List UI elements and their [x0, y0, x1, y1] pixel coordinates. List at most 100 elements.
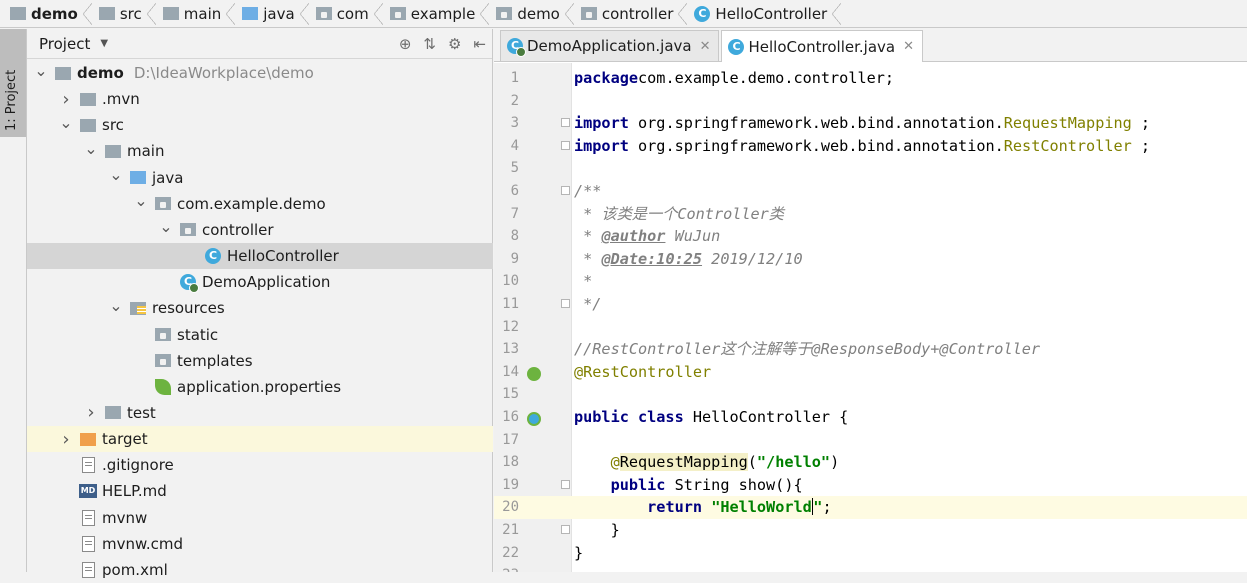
tree-node[interactable]: MD HELP.md	[27, 478, 493, 504]
markdown-icon: MD	[79, 484, 97, 499]
breadcrumb-item[interactable]: controller	[579, 5, 676, 23]
code-text: @RestController	[574, 362, 712, 381]
fold-marker-icon[interactable]	[561, 299, 570, 308]
expand-arrow-open-icon[interactable]: ⌄	[108, 296, 124, 315]
code-line: 9 * @Date:10:25 2019/12/10	[494, 248, 1247, 271]
tree-node[interactable]: templates	[27, 348, 493, 374]
class-bean-gutter-icon[interactable]	[527, 410, 541, 426]
excluded-folder-icon	[80, 432, 96, 446]
tree-node-label: HelloController	[227, 247, 339, 266]
fold-marker-icon[interactable]	[561, 140, 570, 150]
tree-node[interactable]: C DemoApplication	[27, 269, 493, 295]
expand-arrow-closed-icon[interactable]: ›	[58, 429, 74, 450]
project-tool-tab[interactable]: 1: Project	[0, 29, 26, 137]
line-number: 21	[502, 522, 519, 538]
locate-icon[interactable]: ⊕	[399, 35, 412, 53]
project-panel-title[interactable]: Project	[39, 35, 90, 53]
package-icon	[155, 354, 171, 368]
tree-node[interactable]: ⌄ demo D:\IdeaWorkplace\demo	[27, 60, 493, 86]
spring-bean-gutter-icon[interactable]	[527, 365, 541, 381]
breadcrumb-item[interactable]: java	[240, 5, 296, 23]
code-line: 21 }	[494, 519, 1247, 542]
folder-icon	[55, 66, 71, 80]
tree-node[interactable]: C HelloController	[27, 243, 493, 270]
tree-node[interactable]: ⌄ java	[27, 165, 493, 191]
breadcrumb-item[interactable]: C HelloController	[692, 5, 829, 23]
breadcrumb-label: demo	[31, 4, 78, 23]
code-text: packagecom.example.demo.controller;	[574, 69, 895, 87]
package-icon	[180, 223, 196, 237]
breadcrumb-separator-icon	[678, 0, 688, 28]
line-number: 6	[510, 183, 519, 199]
code-line: 7 * 该类是一个Controller类	[494, 203, 1247, 226]
line-number: 18	[502, 454, 519, 471]
breadcrumb-item[interactable]: demo	[8, 5, 80, 23]
fold-marker-icon[interactable]	[561, 186, 570, 195]
tree-node-label: mvnw.cmd	[102, 534, 184, 553]
code-text: import org.springframework.web.bind.anno…	[574, 136, 1151, 155]
chevron-down-icon[interactable]: ▼	[100, 38, 108, 49]
code-text: *	[574, 272, 593, 291]
tree-node[interactable]: ⌄ com.example.demo	[27, 191, 493, 217]
application-class-icon: C	[180, 274, 199, 294]
code-line: 11 */	[494, 293, 1247, 316]
close-icon[interactable]: ✕	[700, 39, 711, 54]
tree-node[interactable]: ⌄ resources	[27, 295, 493, 321]
breadcrumb-item[interactable]: example	[388, 5, 478, 23]
close-icon[interactable]: ✕	[903, 39, 914, 54]
gear-icon[interactable]: ⚙	[448, 35, 461, 53]
fold-marker-icon[interactable]	[561, 479, 570, 489]
code-area[interactable]: 1 packagecom.example.demo.controller; 2 3 im…	[494, 63, 1247, 572]
source-folder-icon	[242, 7, 259, 20]
editor-tab-label: DemoApplication.java	[527, 37, 692, 55]
expand-arrow-open-icon[interactable]: ⌄	[133, 191, 149, 210]
tree-node-label: com.example.demo	[177, 194, 326, 213]
breadcrumb-separator-icon	[480, 0, 490, 28]
breadcrumb-label: main	[183, 4, 222, 23]
expand-arrow-open-icon[interactable]: ⌄	[33, 61, 49, 80]
breadcrumb-item[interactable]: com	[314, 5, 371, 23]
tree-node-label: java	[152, 168, 184, 187]
package-icon	[496, 7, 513, 20]
tree-node[interactable]: ⌄ main	[27, 138, 493, 164]
tree-node[interactable]: mvnw	[27, 505, 493, 531]
tree-node-label: test	[127, 403, 156, 422]
editor-tab[interactable]: C HelloController.java ✕	[721, 30, 924, 62]
tree-node[interactable]: application.properties	[27, 374, 493, 400]
code-line: 1 packagecom.example.demo.controller;	[494, 67, 1247, 90]
expand-arrow-closed-icon[interactable]: ›	[58, 89, 74, 110]
expand-arrow-closed-icon[interactable]: ›	[83, 402, 99, 423]
tree-node[interactable]: ⌄ src	[27, 112, 493, 138]
editor-tab[interactable]: C DemoApplication.java ✕	[500, 30, 720, 61]
tree-node[interactable]: › .mvn	[27, 86, 493, 112]
code-line: 4 import org.springframework.web.bind.ann…	[494, 135, 1247, 158]
expand-arrow-open-icon[interactable]: ⌄	[108, 165, 124, 184]
project-panel: Project ▼ ⊕ ⇅ ⚙ ⇤ ⌄ demo D:\IdeaWorkplace\…	[27, 29, 493, 579]
line-number: 2	[510, 92, 519, 109]
expand-arrow-open-icon[interactable]: ⌄	[158, 217, 174, 236]
breadcrumb-item[interactable]: demo	[494, 5, 562, 23]
tree-node[interactable]: › test	[27, 400, 493, 426]
line-number: 10	[502, 273, 519, 290]
folder-icon	[80, 118, 96, 132]
breadcrumb-label: demo	[517, 4, 560, 23]
tree-node-label: application.properties	[177, 377, 342, 396]
tree-node[interactable]: pom.xml	[27, 557, 493, 583]
source-folder-icon	[130, 171, 146, 185]
tool-window-strip: 1: Project	[0, 29, 27, 572]
tree-node[interactable]: › target	[27, 426, 493, 453]
code-line: 2	[494, 90, 1247, 113]
fold-marker-icon[interactable]	[561, 525, 570, 534]
breadcrumb-item[interactable]: src	[97, 5, 144, 23]
class-icon: C	[205, 248, 221, 265]
hide-panel-icon[interactable]: ⇤	[473, 35, 486, 53]
tree-node[interactable]: static	[27, 322, 493, 348]
tree-node[interactable]: mvnw.cmd	[27, 531, 493, 557]
breadcrumb-item[interactable]: main	[161, 5, 223, 23]
expand-arrow-open-icon[interactable]: ⌄	[83, 139, 99, 158]
collapse-all-icon[interactable]: ⇅	[423, 35, 436, 53]
fold-marker-icon[interactable]	[561, 118, 570, 128]
expand-arrow-open-icon[interactable]: ⌄	[58, 113, 74, 132]
tree-node[interactable]: .gitignore	[27, 452, 493, 478]
tree-node[interactable]: ⌄ controller	[27, 217, 493, 243]
